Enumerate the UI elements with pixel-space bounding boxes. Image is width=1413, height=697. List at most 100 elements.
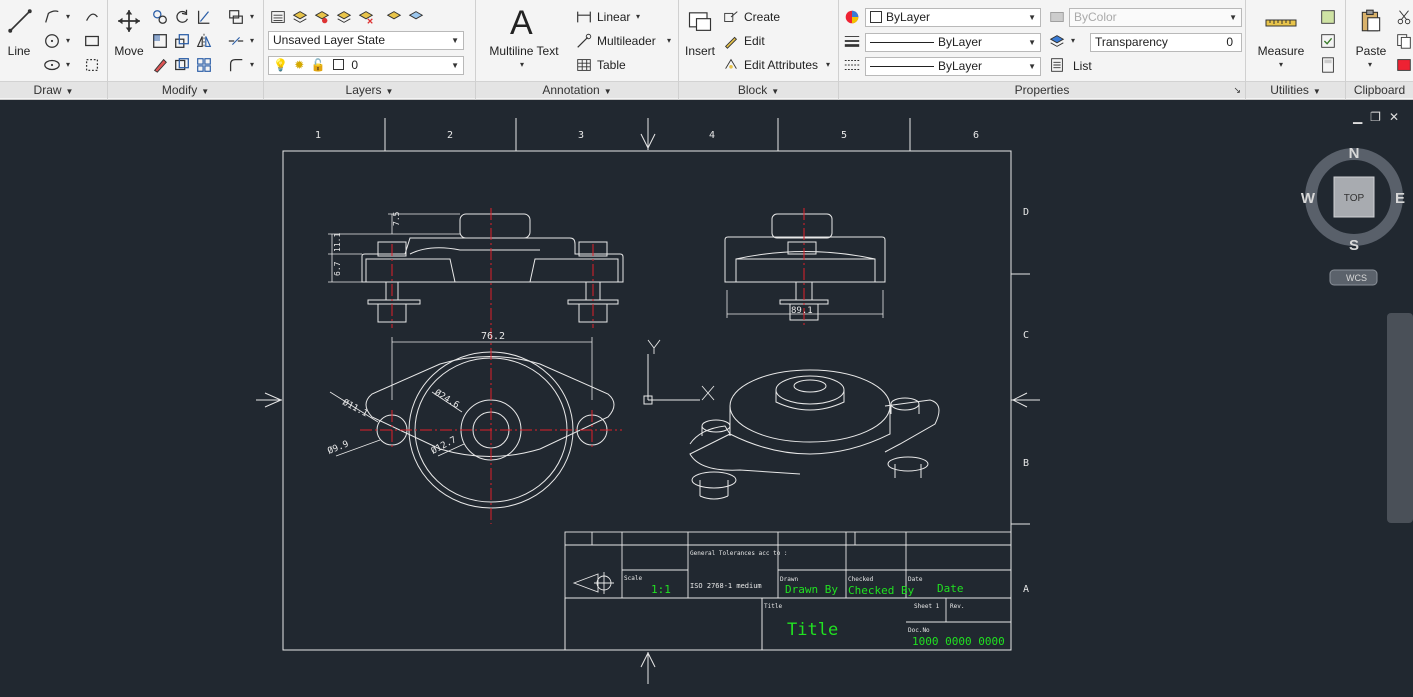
properties-panel-title[interactable]: Properties ↘	[839, 81, 1245, 98]
sun-icon: ✹	[294, 58, 305, 72]
fillet-button[interactable]	[172, 55, 192, 75]
list-button[interactable]: List	[1073, 59, 1092, 73]
explode-button[interactable]	[226, 7, 246, 27]
paste-button[interactable]: Paste	[1352, 44, 1390, 58]
arc-button[interactable]	[82, 7, 102, 27]
stretch-button[interactable]	[150, 31, 170, 51]
column-labels: 1 2 3 4 5 6	[315, 130, 979, 141]
chamfer-button[interactable]	[226, 55, 246, 75]
title-block-text: General Tolerances acc to : ISO 2768-1 m…	[624, 550, 1005, 648]
linear-dim-icon	[574, 7, 594, 27]
boundary-icon	[85, 58, 99, 72]
measure-button[interactable]: Measure	[1252, 44, 1310, 58]
rev-label: Rev.	[950, 603, 964, 610]
dim-horizontal: 76.2	[481, 331, 505, 342]
edit-attributes-button[interactable]: Edit Attributes	[744, 58, 818, 72]
top-view	[329, 337, 615, 509]
col-label: 2	[447, 130, 453, 141]
table-button[interactable]: Table	[597, 58, 626, 72]
draw-panel-title[interactable]: Draw ▼	[0, 81, 107, 98]
erase-button[interactable]	[150, 55, 170, 75]
title-label: Title	[764, 603, 782, 610]
drawing-canvas[interactable]: 1 2 3 4 5 6 D C B A 76.2 Ø11.1 Ø24.6 Ø9.…	[0, 104, 1413, 697]
multiline-text-button[interactable]: Multiline Text	[482, 44, 566, 58]
arc-icon	[86, 13, 98, 21]
annotation-panel-title[interactable]: Annotation ▼	[476, 81, 678, 98]
layer-match-button[interactable]	[290, 7, 310, 27]
multiline-text-icon[interactable]: A	[510, 4, 533, 43]
chamfer-icon	[229, 58, 243, 72]
copy-button[interactable]	[150, 7, 170, 27]
layer-previous-button[interactable]	[312, 7, 332, 27]
ellipse-button[interactable]	[42, 55, 62, 75]
boundary-button[interactable]	[82, 55, 102, 75]
utilities-panel-title[interactable]: Utilities ▼	[1246, 81, 1345, 98]
circle-button[interactable]	[42, 31, 62, 51]
break-icon	[228, 37, 244, 45]
plot-style-dropdown[interactable]: ByColor ▼	[1069, 8, 1242, 27]
lineweight-dropdown[interactable]: ByLayer ▼	[865, 33, 1041, 52]
insert-button[interactable]: Insert	[681, 44, 719, 58]
scale-value: 1:1	[651, 583, 671, 596]
lightbulb-icon: 💡	[273, 58, 288, 72]
rotate-button[interactable]	[172, 7, 192, 27]
linetype-dropdown[interactable]: ByLayer ▼	[865, 57, 1041, 76]
multileader-button[interactable]: Multileader	[597, 34, 656, 48]
viewport-window-controls[interactable]: ▁❐✕	[1353, 110, 1407, 124]
linear-dim-button[interactable]: Linear	[597, 10, 630, 24]
col-label: 3	[578, 130, 584, 141]
select-all-button[interactable]	[1318, 31, 1338, 51]
trim-button[interactable]	[194, 7, 214, 27]
create-block-button[interactable]: Create	[744, 10, 780, 24]
layer-properties-icon	[271, 11, 285, 23]
move-label[interactable]: Move	[110, 44, 148, 58]
line-label[interactable]: Line	[4, 44, 34, 58]
layers-stack-icon	[292, 11, 308, 23]
match-properties-icon[interactable]	[842, 7, 862, 27]
break-button[interactable]	[226, 31, 246, 51]
array-button[interactable]	[194, 55, 214, 75]
array-icon	[197, 58, 211, 72]
title-value: Title	[787, 620, 838, 640]
layer-state-dropdown[interactable]: Unsaved Layer State ▼	[268, 31, 464, 50]
layer-off-button[interactable]	[384, 7, 404, 27]
measure-icon	[1264, 8, 1298, 36]
quick-select-button[interactable]	[1318, 7, 1338, 27]
current-layer-dropdown[interactable]: 💡 ✹ 🔓 0 ▼	[268, 56, 464, 75]
restore-icon[interactable]: ❐	[1370, 110, 1389, 124]
layer-properties-button[interactable]	[268, 7, 288, 27]
layer-color-swatch	[333, 59, 344, 70]
match-clip-button[interactable]	[1394, 55, 1413, 75]
modify-panel-title[interactable]: Modify ▼	[108, 81, 263, 98]
close-icon[interactable]: ✕	[1389, 110, 1407, 124]
ucs-icon	[643, 339, 715, 405]
viewcube[interactable]: TOP N S E W WCS	[1301, 145, 1405, 286]
move-button[interactable]	[114, 6, 144, 36]
transparency-field[interactable]: Transparency 0	[1090, 33, 1242, 52]
edit-block-button[interactable]: Edit	[744, 34, 765, 48]
clipboard-panel-title[interactable]: Clipboard	[1346, 81, 1413, 98]
layer-freeze-button[interactable]	[406, 7, 426, 27]
dialog-launcher-icon[interactable]: ↘	[1233, 82, 1241, 98]
block-panel-title[interactable]: Block ▼	[679, 81, 838, 98]
layer-unisolate-button[interactable]	[356, 7, 376, 27]
layers-panel-title[interactable]: Layers ▼	[264, 81, 475, 98]
scale-button[interactable]	[172, 31, 192, 51]
copy-clip-button[interactable]	[1394, 31, 1413, 51]
cut-button[interactable]	[1394, 7, 1413, 27]
calculator-button[interactable]	[1318, 55, 1338, 75]
color-dropdown[interactable]: ByLayer ▼	[865, 8, 1041, 27]
polyline-button[interactable]	[42, 7, 62, 27]
rectangle-button[interactable]	[82, 31, 102, 51]
minimize-icon[interactable]: ▁	[1353, 110, 1370, 124]
layer-isolate-button[interactable]	[334, 7, 354, 27]
line-tool-button[interactable]	[6, 6, 34, 36]
date-value: Date	[937, 582, 964, 595]
viewcube-top-label: TOP	[1344, 193, 1365, 204]
edit-attributes-icon	[721, 55, 741, 75]
navigation-bar[interactable]	[1387, 313, 1413, 523]
mirror-button[interactable]	[194, 31, 214, 51]
create-block-icon	[721, 7, 741, 27]
isometric-view	[689, 369, 940, 500]
dim-large: Ø24.6	[432, 387, 461, 411]
